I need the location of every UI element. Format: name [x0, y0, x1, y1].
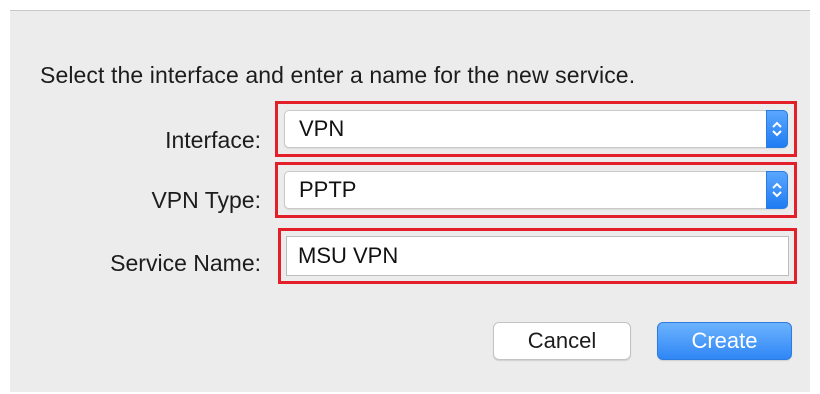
interface-popup[interactable]: VPN [284, 110, 788, 148]
vpn-type-popup-value: PPTP [299, 177, 357, 202]
service-name-value: MSU VPN [298, 243, 399, 268]
chevron-up-down-icon[interactable] [766, 110, 788, 148]
vpn-type-label: VPN Type: [151, 187, 261, 213]
interface-label: Interface: [165, 127, 261, 153]
interface-popup-value: VPN [299, 116, 345, 141]
chevron-up-down-icon[interactable] [766, 171, 788, 209]
cancel-button[interactable]: Cancel [493, 322, 631, 360]
vpn-type-highlight: PPTP [275, 162, 797, 218]
dialog-instruction: Select the interface and enter a name fo… [40, 62, 636, 88]
new-service-dialog: Select the interface and enter a name fo… [10, 10, 810, 392]
service-name-highlight: MSU VPN [278, 228, 797, 284]
create-button[interactable]: Create [657, 322, 792, 360]
vpn-type-popup[interactable]: PPTP [284, 171, 788, 209]
interface-highlight: VPN [275, 101, 797, 157]
service-name-field[interactable]: MSU VPN [286, 236, 789, 276]
service-name-label: Service Name: [110, 250, 261, 276]
